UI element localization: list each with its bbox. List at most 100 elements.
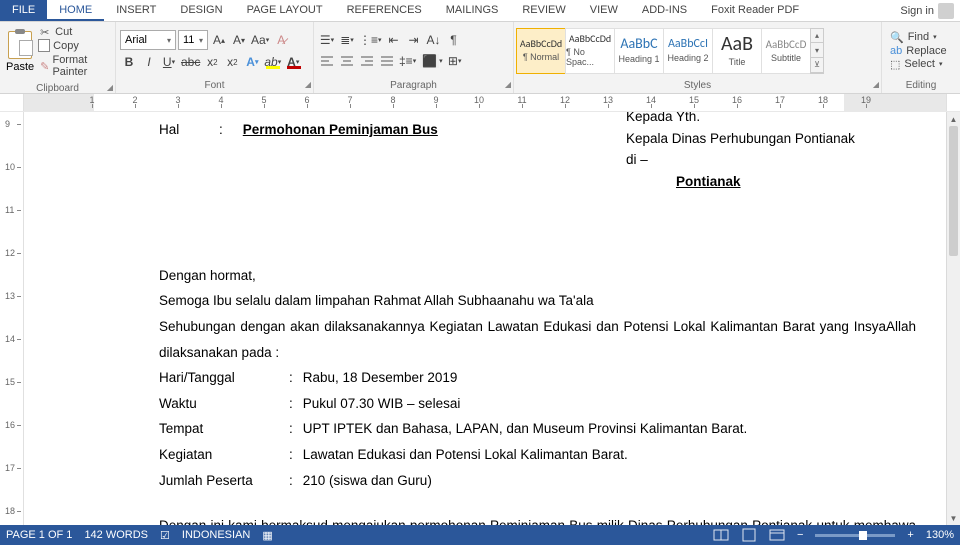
detail-row: Kegiatan: Lawatan Edukasi dan Potensi Lo… — [159, 442, 916, 468]
print-layout-icon[interactable] — [741, 528, 757, 542]
underline-button[interactable]: U▾ — [160, 53, 178, 71]
para-2: Sehubungan dengan akan dilaksanakannya K… — [159, 314, 916, 365]
zoom-in-button[interactable]: + — [907, 529, 913, 541]
style--no-spac-[interactable]: AaBbCcDd¶ No Spac... — [565, 28, 615, 74]
style-subtitle[interactable]: AaBbCcDSubtitle — [761, 28, 811, 74]
replace-button[interactable]: abReplace — [890, 45, 947, 57]
ruler-corner — [0, 94, 24, 111]
zoom-out-button[interactable]: − — [797, 529, 803, 541]
find-button[interactable]: 🔍Find▾ — [890, 31, 947, 44]
strike-button[interactable]: abc — [180, 53, 201, 71]
scroll-up-icon[interactable]: ▲ — [947, 112, 960, 126]
copy-button[interactable]: Copy — [40, 40, 109, 52]
language-status[interactable]: INDONESIAN — [182, 529, 250, 541]
scissors-icon — [40, 26, 52, 38]
spellcheck-icon[interactable]: ☑ — [160, 529, 170, 542]
tab-design[interactable]: DESIGN — [168, 0, 234, 21]
styles-scroll[interactable]: ▴▾⊻ — [810, 28, 824, 74]
vertical-ruler[interactable]: 9101112131415161718 — [0, 112, 24, 525]
style-heading-1[interactable]: AaBbCHeading 1 — [614, 28, 664, 74]
highlight-button[interactable]: ab▾ — [263, 53, 282, 71]
zoom-level[interactable]: 130% — [926, 529, 954, 541]
tab-view[interactable]: VIEW — [578, 0, 630, 21]
horizontal-ruler[interactable]: 12345678910111213141516171819 — [24, 94, 946, 111]
shading-button[interactable]: ⬛▾ — [419, 52, 443, 70]
hal-label: Hal — [159, 117, 199, 143]
increase-indent-button[interactable]: ⇥ — [405, 31, 423, 49]
page-status[interactable]: PAGE 1 OF 1 — [6, 529, 72, 541]
select-icon: ⬚ — [890, 58, 900, 71]
tab-mailings[interactable]: MAILINGS — [434, 0, 511, 21]
detail-row: Jumlah Peserta: 210 (siswa dan Guru) — [159, 468, 916, 494]
change-case-button[interactable]: Aa▾ — [250, 31, 270, 49]
tab-addins[interactable]: ADD-INS — [630, 0, 699, 21]
decrease-indent-button[interactable]: ⇤ — [385, 31, 403, 49]
sort-button[interactable]: A↓ — [425, 31, 443, 49]
paragraph-dialog-icon[interactable]: ◢ — [505, 80, 511, 89]
tab-file[interactable]: FILE — [0, 0, 47, 21]
greeting: Dengan hormat, — [159, 263, 916, 289]
document-page[interactable]: Hal : Permohonan Peminjaman Bus Kepada Y… — [24, 112, 946, 525]
grow-font-button[interactable]: A▴ — [210, 31, 228, 49]
detail-row: Hari/Tanggal: Rabu, 18 Desember 2019 — [159, 365, 916, 391]
para-1: Semoga Ibu selalu dalam limpahan Rahmat … — [159, 288, 916, 314]
scroll-down-icon[interactable]: ▼ — [947, 511, 960, 525]
clipboard-dialog-icon[interactable]: ◢ — [107, 83, 113, 92]
web-layout-icon[interactable] — [769, 528, 785, 542]
tab-home[interactable]: HOME — [47, 0, 104, 21]
recipient-address: Kepada Yth. Kepala Dinas Perhubungan Pon… — [626, 112, 876, 192]
clear-format-button[interactable]: A̷ — [272, 31, 290, 49]
tab-pagelayout[interactable]: PAGE LAYOUT — [235, 0, 335, 21]
format-painter-button[interactable]: Format Painter — [40, 54, 109, 78]
superscript-button[interactable]: x2 — [223, 53, 241, 71]
copy-icon — [40, 41, 50, 52]
font-size-combo[interactable]: 11▾ — [178, 30, 208, 50]
read-mode-icon[interactable] — [713, 528, 729, 542]
find-icon: 🔍 — [890, 31, 904, 44]
cut-button[interactable]: Cut — [40, 26, 109, 38]
brush-icon — [40, 60, 49, 72]
select-button[interactable]: ⬚Select▾ — [890, 58, 947, 71]
para-3: Dengan ini kami bermaksud mengajukan per… — [159, 513, 916, 525]
tab-insert[interactable]: INSERT — [104, 0, 168, 21]
tab-review[interactable]: REVIEW — [510, 0, 577, 21]
align-right-button[interactable] — [358, 52, 376, 70]
align-center-button[interactable] — [338, 52, 356, 70]
text-effects-button[interactable]: A▾ — [243, 53, 261, 71]
paste-button[interactable]: Paste — [4, 29, 36, 75]
font-dialog-icon[interactable]: ◢ — [305, 80, 311, 89]
zoom-slider[interactable] — [815, 534, 895, 537]
align-left-button[interactable] — [318, 52, 336, 70]
bullets-button[interactable]: ☰▾ — [318, 31, 336, 49]
sign-in[interactable]: Sign in — [894, 0, 960, 21]
detail-row: Waktu: Pukul 07.30 WIB – selesai — [159, 391, 916, 417]
italic-button[interactable]: I — [140, 53, 158, 71]
hal-value: Permohonan Peminjaman Bus — [243, 117, 438, 143]
paste-icon — [8, 31, 32, 59]
style--normal[interactable]: AaBbCcDd¶ Normal — [516, 28, 566, 74]
hal-colon: : — [219, 117, 223, 143]
word-count[interactable]: 142 WORDS — [84, 529, 148, 541]
justify-button[interactable] — [378, 52, 396, 70]
numbering-button[interactable]: ≣▾ — [338, 31, 356, 49]
tab-foxit[interactable]: Foxit Reader PDF — [699, 0, 811, 21]
tab-references[interactable]: REFERENCES — [335, 0, 434, 21]
style-title[interactable]: AaBTitle — [712, 28, 762, 74]
multilevel-button[interactable]: ⋮≡▾ — [358, 31, 383, 49]
ribbon: Paste Cut Copy Format Painter Clipboard◢… — [0, 22, 960, 94]
subscript-button[interactable]: x2 — [203, 53, 221, 71]
line-spacing-button[interactable]: ‡≡▾ — [398, 52, 417, 70]
shrink-font-button[interactable]: A▾ — [230, 31, 248, 49]
scroll-thumb[interactable] — [949, 126, 958, 256]
detail-row: Tempat: UPT IPTEK dan Bahasa, LAPAN, dan… — [159, 416, 916, 442]
font-color-button[interactable]: A▾ — [284, 53, 302, 71]
styles-dialog-icon[interactable]: ◢ — [873, 80, 879, 89]
show-marks-button[interactable]: ¶ — [445, 31, 463, 49]
avatar-icon — [938, 3, 954, 19]
bold-button[interactable]: B — [120, 53, 138, 71]
borders-button[interactable]: ⊞▾ — [446, 52, 464, 70]
macro-icon[interactable]: ▦ — [262, 529, 272, 542]
vertical-scrollbar[interactable]: ▲ ▼ — [946, 112, 960, 525]
style-heading-2[interactable]: AaBbCcIHeading 2 — [663, 28, 713, 74]
font-name-combo[interactable]: Arial▾ — [120, 30, 176, 50]
